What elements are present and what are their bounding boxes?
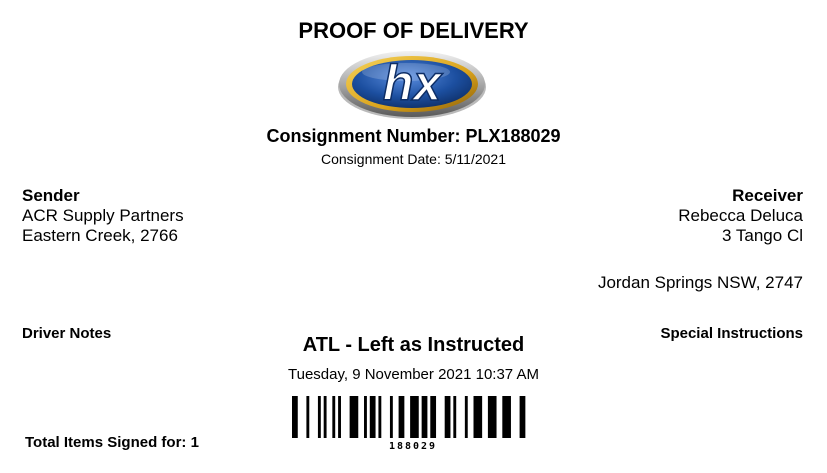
delivery-timestamp: Tuesday, 9 November 2021 10:37 AM [288, 366, 539, 383]
barcode-bar [292, 396, 298, 438]
barcode-bar [464, 396, 468, 438]
sender-location: Eastern Creek, 2766 [22, 226, 178, 245]
barcode-bar [317, 396, 321, 438]
barcode-bar [349, 396, 359, 438]
barcode [292, 396, 526, 438]
receiver-street: 3 Tango Cl [722, 226, 803, 245]
receiver-block: Receiver Rebecca Deluca 3 Tango Cl [440, 186, 803, 246]
barcode-number: 188029 [388, 441, 438, 452]
sender-block: Sender ACR Supply Partners Eastern Creek… [22, 186, 382, 246]
barcode-bar [430, 396, 437, 438]
consignment-date: Consignment Date: 5/11/2021 [321, 151, 506, 167]
barcode-bar [323, 396, 327, 438]
document-title: PROOF OF DELIVERY [298, 18, 529, 43]
barcode-bar [364, 396, 367, 438]
receiver-location: Jordan Springs NSW, 2747 [597, 273, 803, 292]
barcode-bar [519, 396, 526, 438]
delivery-status: ATL - Left as Instructed [302, 334, 525, 356]
barcode-bar [421, 396, 428, 438]
barcode-bar [332, 396, 336, 438]
hx-logo: hx [338, 51, 486, 119]
barcode-bar [410, 396, 419, 438]
consignment-number: Consignment Number: PLX188029 [266, 126, 561, 146]
receiver-heading: Receiver [732, 186, 803, 205]
barcode-bar [338, 396, 341, 438]
barcode-bar [487, 396, 497, 438]
barcode-bar [473, 396, 483, 438]
barcode-bar [502, 396, 511, 438]
barcode-bar [444, 396, 451, 438]
barcode-bar [306, 396, 310, 438]
barcode-bar [369, 396, 376, 438]
barcode-bar [378, 396, 382, 438]
barcode-bar [398, 396, 405, 438]
receiver-name: Rebecca Deluca [678, 206, 803, 225]
total-items-signed: Total Items Signed for: 1 [25, 434, 199, 451]
sender-heading: Sender [22, 186, 80, 205]
barcode-bar [453, 396, 457, 438]
barcode-bar [389, 396, 393, 438]
sender-name: ACR Supply Partners [22, 206, 184, 225]
logo-text: hx [383, 55, 444, 111]
